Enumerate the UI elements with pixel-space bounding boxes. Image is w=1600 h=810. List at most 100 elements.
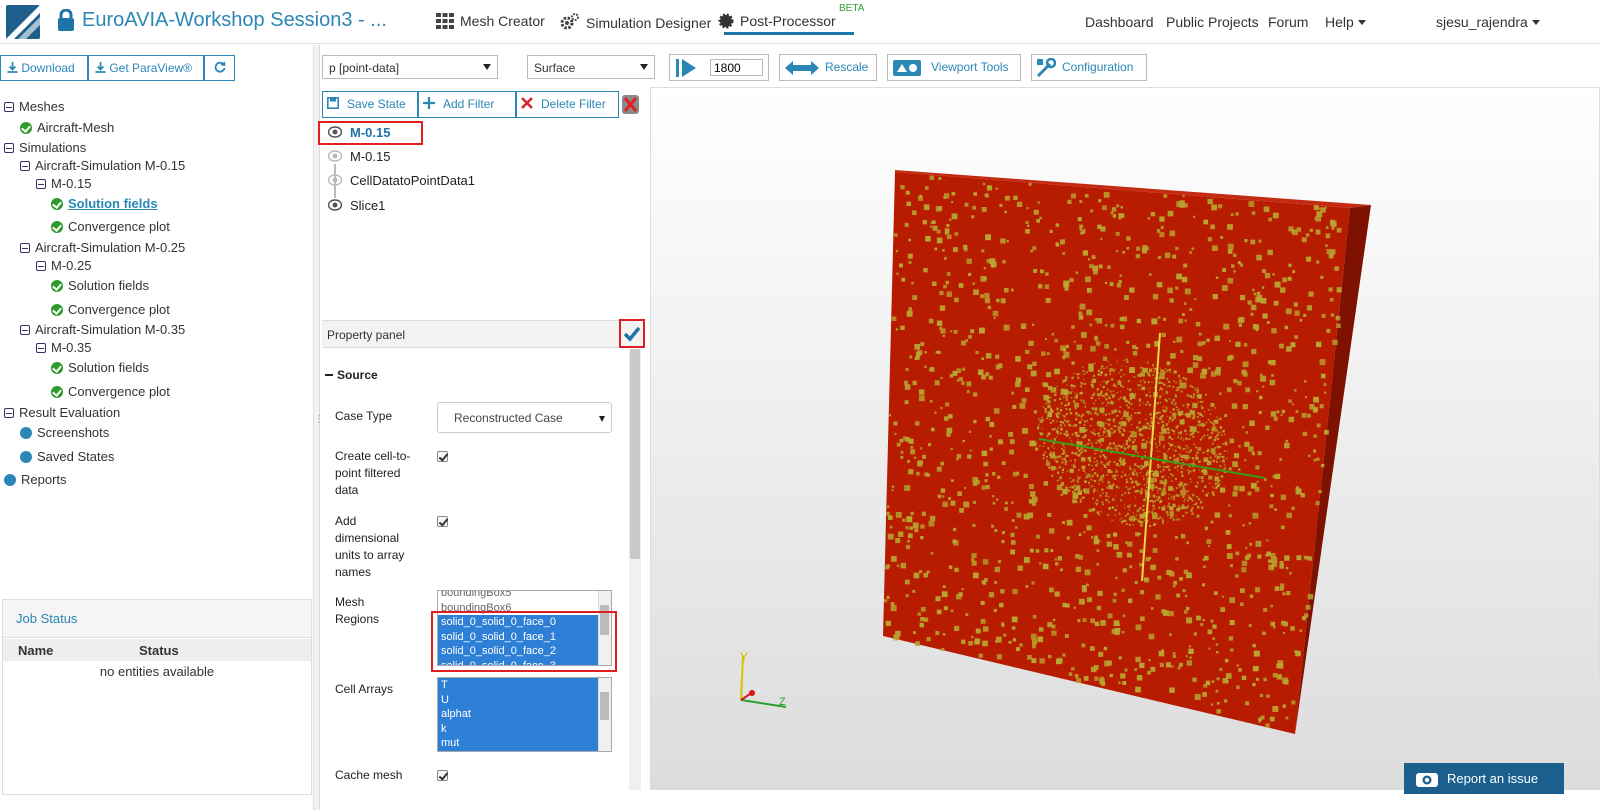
list-item[interactable]: boundingBox5	[438, 591, 611, 601]
mesh-cell	[1197, 431, 1200, 433]
save-state-button[interactable]: Save State	[322, 91, 418, 118]
tree-aircraft-mesh[interactable]: Aircraft-Mesh	[20, 119, 114, 137]
eye-icon[interactable]	[328, 198, 342, 212]
render-viewport[interactable]: Y X Z	[650, 87, 1600, 790]
mesh-cell	[1063, 351, 1070, 358]
field-select[interactable]: p [point-data]	[322, 55, 498, 79]
pipeline-item-copy[interactable]: M-0.15	[328, 147, 390, 167]
nav-mesh-creator[interactable]: Mesh Creator	[436, 13, 545, 29]
mesh-cell	[1062, 388, 1064, 390]
collapse-icon[interactable]	[36, 343, 46, 353]
collapse-icon[interactable]	[36, 261, 46, 271]
collapse-icon[interactable]	[4, 143, 14, 153]
tree-saved-states[interactable]: Saved States	[20, 448, 114, 466]
list-item[interactable]: T	[438, 678, 611, 693]
report-issue-button[interactable]: Report an issue	[1404, 763, 1564, 794]
render-scene[interactable]: Y X Z	[651, 88, 1600, 790]
tree-convergence-plot-1[interactable]: Convergence plot	[51, 218, 170, 236]
list-item[interactable]: alphat	[438, 707, 611, 722]
list-item[interactable]: k	[438, 721, 611, 736]
collapse-icon[interactable]	[4, 102, 14, 112]
collapse-icon[interactable]	[20, 243, 30, 253]
delete-filter-button[interactable]: Delete Filter	[516, 91, 619, 118]
nav-public-projects[interactable]: Public Projects	[1166, 14, 1259, 30]
download-button[interactable]: Download	[0, 55, 88, 81]
time-input[interactable]	[710, 59, 763, 76]
mesh-cell	[1093, 450, 1095, 452]
tree-simulation-3[interactable]: Aircraft-Simulation M-0.35	[20, 321, 185, 339]
mesh-cell	[1129, 487, 1132, 490]
mesh-cell	[1200, 623, 1204, 626]
viewport-tools-button[interactable]: Viewport Tools	[887, 54, 1021, 81]
tree-convergence-plot-2[interactable]: Convergence plot	[51, 301, 170, 319]
tree-simulation-2[interactable]: Aircraft-Simulation M-0.25	[20, 239, 185, 257]
rescale-button[interactable]: Rescale	[779, 54, 877, 81]
collapse-icon[interactable]	[20, 161, 30, 171]
get-paraview-button[interactable]: Get ParaView®	[88, 55, 204, 81]
tree-run-3[interactable]: M-0.35	[36, 339, 91, 357]
refresh-button[interactable]	[204, 55, 235, 81]
cell-to-point-checkbox[interactable]	[437, 451, 448, 462]
collapse-icon[interactable]	[20, 325, 30, 335]
cache-mesh-checkbox[interactable]	[437, 770, 448, 781]
nav-forum[interactable]: Forum	[1268, 14, 1308, 30]
mesh-cell	[943, 256, 947, 260]
mesh-cell	[1123, 507, 1125, 509]
tree-run-1[interactable]: M-0.15	[36, 175, 91, 193]
configuration-button[interactable]: Configuration	[1031, 54, 1147, 81]
list-item[interactable]: mut	[438, 736, 611, 751]
tree-solution-fields-1[interactable]: Solution fields	[51, 195, 158, 213]
mesh-cell	[1158, 381, 1160, 384]
mesh-cell	[1178, 434, 1180, 436]
play-icon[interactable]	[676, 58, 698, 78]
mesh-cell	[1176, 457, 1179, 460]
mesh-cell	[1105, 492, 1108, 495]
tree-result-evaluation[interactable]: Result Evaluation	[4, 404, 120, 422]
list-scroll-thumb[interactable]	[600, 692, 609, 720]
mesh-cell	[1210, 703, 1214, 706]
tree-screenshots[interactable]: Screenshots	[20, 424, 109, 442]
mesh-cell	[954, 232, 959, 236]
tree-solution-fields-3[interactable]: Solution fields	[51, 359, 149, 377]
mesh-cell	[1089, 487, 1091, 489]
job-col-name[interactable]: Name	[18, 643, 53, 658]
delete-all-button[interactable]	[621, 94, 640, 115]
pipeline-item-celldata[interactable]: CellDatatoPointData1	[328, 171, 475, 191]
representation-select[interactable]: Surface	[527, 55, 655, 79]
collapse-icon[interactable]	[36, 179, 46, 189]
mesh-cell	[1195, 454, 1198, 457]
nav-post-processor[interactable]: Post-Processor	[718, 13, 836, 29]
tree-simulations[interactable]: Simulations	[4, 139, 86, 157]
tree-meshes[interactable]: Meshes	[4, 98, 65, 116]
eye-icon[interactable]	[328, 149, 342, 163]
property-panel-scroll-thumb[interactable]	[630, 349, 640, 559]
job-col-status[interactable]: Status	[139, 643, 179, 658]
splitter-grip-icon[interactable]: ⋮	[314, 414, 324, 425]
cell-arrays-list[interactable]: T U alphat k mut	[437, 677, 612, 752]
tree-simulation-1[interactable]: Aircraft-Simulation M-0.15	[20, 157, 185, 175]
mesh-cell	[1172, 449, 1174, 451]
app-logo[interactable]	[6, 5, 40, 39]
tree-reports[interactable]: Reports	[4, 471, 67, 489]
user-menu[interactable]: sjesu_rajendra	[1436, 14, 1540, 30]
list-item[interactable]: U	[438, 692, 611, 707]
dim-units-checkbox[interactable]	[437, 516, 448, 527]
nav-simulation-designer[interactable]: Simulation Designer	[560, 13, 711, 31]
tree-solution-fields-2[interactable]: Solution fields	[51, 277, 149, 295]
mesh-cell	[1318, 490, 1322, 494]
project-title[interactable]: EuroAVIA-Workshop Session3 - ...	[82, 9, 387, 32]
apply-button[interactable]	[619, 319, 645, 348]
panel-splitter[interactable]	[313, 45, 319, 810]
add-filter-button[interactable]: Add Filter	[418, 91, 516, 118]
mesh-cell	[1071, 433, 1074, 436]
nav-dashboard[interactable]: Dashboard	[1085, 14, 1154, 30]
tree-convergence-plot-3[interactable]: Convergence plot	[51, 383, 170, 401]
nav-help[interactable]: Help	[1325, 14, 1366, 30]
tree-run-2[interactable]: M-0.25	[36, 257, 91, 275]
source-section[interactable]: Source	[325, 368, 378, 382]
case-type-select[interactable]: Reconstructed Case	[437, 402, 612, 433]
collapse-icon[interactable]	[4, 408, 14, 418]
pipeline-item-slice[interactable]: Slice1	[328, 196, 385, 216]
list-scrollbar[interactable]	[598, 678, 611, 751]
mesh-cell	[1209, 413, 1212, 415]
